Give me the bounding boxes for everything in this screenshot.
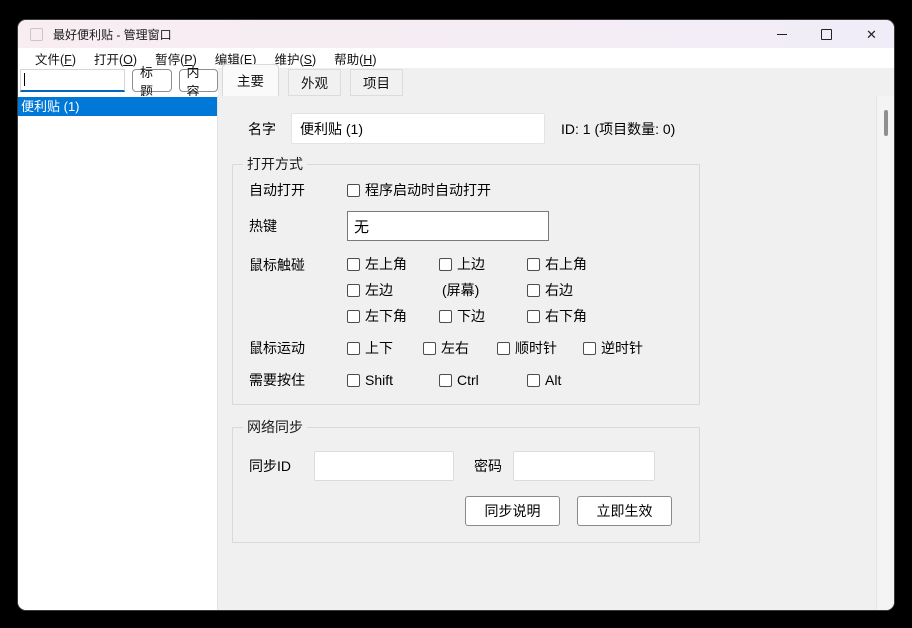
desktop: { "window": { "title": "最好便利贴 - 管理窗口", "…: [0, 0, 912, 628]
content-area: 便利贴 (1) 名字 ID: 1 (项目数量: 0) 打开方式 自动打开 程序启…: [18, 96, 894, 610]
checkbox-icon[interactable]: [527, 310, 540, 323]
checkbox-icon[interactable]: [423, 342, 436, 355]
hotkey-label: 热键: [249, 216, 347, 236]
ctrl-checkbox[interactable]: Ctrl: [439, 372, 527, 388]
network-sync-group: 网络同步 同步ID 密码 同步说明 立即生效: [232, 417, 700, 543]
menu-open[interactable]: 打开(O): [85, 49, 146, 68]
top-right-corner-checkbox[interactable]: 右上角: [527, 254, 587, 274]
checkbox-icon[interactable]: [347, 310, 360, 323]
open-method-group: 打开方式 自动打开 程序启动时自动打开 热键 鼠标触碰 左上角: [232, 154, 700, 405]
checkbox-icon[interactable]: [527, 284, 540, 297]
right-edge-checkbox[interactable]: 右边: [527, 280, 587, 300]
checkbox-icon[interactable]: [347, 184, 360, 197]
hotkey-row: 热键: [249, 211, 689, 241]
toolbar-row: 标题 内容 主要 外观 项目: [18, 68, 894, 96]
top-left-corner-checkbox[interactable]: 左上角: [347, 254, 439, 274]
bottom-edge-checkbox[interactable]: 下边: [439, 306, 527, 326]
auto-open-label: 自动打开: [249, 180, 347, 200]
checkbox-icon[interactable]: [527, 258, 540, 271]
search-title-button[interactable]: 标题: [132, 69, 172, 92]
tab-main[interactable]: 主要: [222, 64, 279, 96]
window-title: 最好便利贴 - 管理窗口: [53, 26, 172, 43]
maximize-icon: [821, 29, 832, 40]
id-info: ID: 1 (项目数量: 0): [561, 119, 675, 139]
menu-help[interactable]: 帮助(H): [325, 49, 385, 68]
checkbox-icon[interactable]: [439, 310, 452, 323]
open-method-title: 打开方式: [243, 154, 307, 174]
hold-key-label: 需要按住: [249, 370, 347, 390]
mouse-motion-row: 鼠标运动 上下 左右 顺时针 逆时针: [249, 338, 689, 358]
apply-now-button[interactable]: 立即生效: [577, 496, 672, 526]
sync-id-label: 同步ID: [249, 456, 314, 476]
checkbox-icon[interactable]: [347, 284, 360, 297]
bottom-right-corner-checkbox[interactable]: 右下角: [527, 306, 587, 326]
search-content-button[interactable]: 内容: [179, 69, 219, 92]
close-button[interactable]: ✕: [849, 20, 894, 48]
mouse-motion-label: 鼠标运动: [249, 338, 347, 358]
checkbox-icon[interactable]: [527, 374, 540, 387]
left-right-checkbox[interactable]: 左右: [423, 338, 497, 358]
notes-list: 便利贴 (1): [18, 96, 218, 610]
hotkey-input[interactable]: [347, 211, 549, 241]
menu-file[interactable]: 文件(F): [26, 49, 85, 68]
mouse-touch-label: 鼠标触碰: [249, 255, 347, 275]
mouse-motion-options: 上下 左右 顺时针 逆时针: [347, 338, 643, 358]
minimize-button[interactable]: [759, 20, 804, 48]
checkbox-icon[interactable]: [439, 258, 452, 271]
sync-help-button[interactable]: 同步说明: [465, 496, 560, 526]
up-down-checkbox[interactable]: 上下: [347, 338, 423, 358]
name-row: 名字 ID: 1 (项目数量: 0): [248, 113, 894, 144]
network-sync-title: 网络同步: [243, 417, 307, 437]
window-controls: ✕: [759, 20, 894, 48]
left-edge-checkbox[interactable]: 左边: [347, 280, 439, 300]
tabstrip: 主要 外观 项目: [218, 68, 894, 96]
auto-open-option-label: 程序启动时自动打开: [365, 180, 491, 200]
auto-open-row: 自动打开 程序启动时自动打开: [249, 180, 689, 200]
tab-items[interactable]: 项目: [350, 69, 403, 96]
password-label: 密码: [474, 456, 502, 476]
text-caret: [24, 73, 25, 86]
name-label: 名字: [248, 119, 276, 139]
sync-id-row: 同步ID 密码: [249, 451, 689, 481]
shift-checkbox[interactable]: Shift: [347, 372, 439, 388]
titlebar[interactable]: 最好便利贴 - 管理窗口 ✕: [18, 20, 894, 48]
sync-id-input[interactable]: [314, 451, 454, 481]
checkbox-icon[interactable]: [497, 342, 510, 355]
search-toolbar: 标题 内容: [18, 68, 218, 96]
main-panel: 名字 ID: 1 (项目数量: 0) 打开方式 自动打开 程序启动时自动打开 热…: [218, 96, 894, 610]
tab-appearance[interactable]: 外观: [288, 69, 341, 96]
checkbox-icon[interactable]: [439, 374, 452, 387]
list-item-note[interactable]: 便利贴 (1): [18, 97, 217, 116]
hold-key-row: 需要按住 Shift Ctrl Alt: [249, 370, 689, 390]
checkbox-icon[interactable]: [583, 342, 596, 355]
checkbox-icon[interactable]: [347, 374, 360, 387]
checkbox-icon[interactable]: [347, 258, 360, 271]
name-input[interactable]: [291, 113, 545, 144]
search-input[interactable]: [20, 69, 125, 92]
top-edge-checkbox[interactable]: 上边: [439, 254, 527, 274]
sync-buttons-row: 同步说明 立即生效: [249, 496, 689, 526]
bottom-left-corner-checkbox[interactable]: 左下角: [347, 306, 439, 326]
scrollbar-thumb[interactable]: [884, 110, 888, 136]
password-input[interactable]: [513, 451, 655, 481]
app-icon: [30, 28, 43, 41]
screen-label: (屏幕): [439, 280, 527, 300]
mouse-touch-options: 左上角 上边 右上角 左边 (屏幕) 右边 左下角 下边 右下角: [347, 254, 587, 326]
clockwise-checkbox[interactable]: 顺时针: [497, 338, 583, 358]
vertical-scrollbar[interactable]: [876, 96, 894, 610]
maximize-button[interactable]: [804, 20, 849, 48]
app-window: 最好便利贴 - 管理窗口 ✕ 文件(F) 打开(O) 暂停(P) 编辑(E) 维…: [18, 20, 894, 610]
alt-checkbox[interactable]: Alt: [527, 372, 561, 388]
checkbox-icon[interactable]: [347, 342, 360, 355]
auto-open-checkbox[interactable]: 程序启动时自动打开: [347, 180, 491, 200]
hold-key-options: Shift Ctrl Alt: [347, 372, 561, 388]
counterclockwise-checkbox[interactable]: 逆时针: [583, 338, 643, 358]
minimize-icon: [777, 34, 787, 35]
close-icon: ✕: [866, 28, 877, 41]
mouse-touch-row: 鼠标触碰 左上角 上边 右上角 左边 (屏幕) 右边 左下角 下边 右下角: [249, 254, 689, 326]
